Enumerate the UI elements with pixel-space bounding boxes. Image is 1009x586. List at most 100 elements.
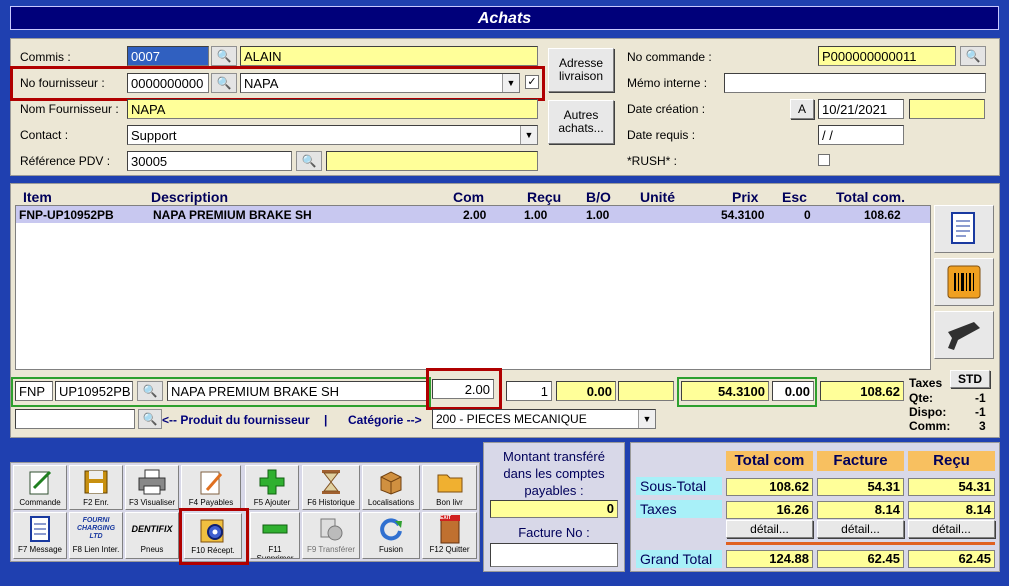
box-icon — [380, 471, 402, 495]
edit-part-field[interactable]: UP10952PB — [55, 381, 133, 401]
edit-prix-field[interactable]: 54.3100 — [681, 381, 769, 401]
f6-historique-button[interactable]: F6 Historique — [302, 465, 360, 510]
edit-part-search-button[interactable]: 🔍 — [137, 381, 163, 401]
a-button[interactable]: A — [790, 99, 814, 119]
fournisseur-search-button[interactable]: 🔍 — [211, 73, 237, 93]
produit-fournisseur-link[interactable]: <-- Produit du fournisseur — [162, 413, 310, 427]
commande-field[interactable]: P000000000011 — [818, 46, 956, 66]
edit-esc-field[interactable]: 0.00 — [772, 381, 814, 401]
dispo-value: -1 — [975, 405, 986, 419]
supplier-product-field[interactable] — [15, 409, 135, 429]
toolbar-label: F12 Quitter — [429, 545, 470, 554]
reference-extra-field[interactable] — [326, 151, 538, 171]
toolbar-label: F10 Récept. — [191, 546, 235, 555]
f11-supprimer-button[interactable]: F11 Supprimer — [250, 512, 300, 559]
barcode-button[interactable] — [934, 258, 994, 306]
toolbar-label: Pneus — [140, 545, 164, 554]
adresse-livraison-button[interactable]: Adresse livraison — [548, 48, 614, 92]
col-header-item[interactable]: Item — [23, 189, 52, 205]
reference-field[interactable]: 30005 — [127, 151, 292, 171]
categorie-select[interactable]: 200 - PIECES MECANIQUE — [432, 409, 656, 429]
commande-button[interactable]: Commande — [13, 465, 67, 510]
toolbar-label: Commande — [19, 498, 61, 507]
f3-visualiser-button[interactable]: F3 Visualiser — [125, 465, 179, 510]
minus-icon — [262, 524, 288, 534]
contact-select[interactable]: Support — [127, 125, 538, 145]
fusion-button[interactable]: Fusion — [362, 512, 420, 559]
magnifier-icon: 🔍 — [216, 76, 232, 90]
grand-total-label: Grand Total — [636, 550, 722, 568]
pen-paper-icon — [29, 470, 52, 495]
dispo-label: Dispo: — [909, 405, 947, 419]
col-header-total[interactable]: Total com. — [836, 189, 905, 205]
grand-total-recu: 62.45 — [908, 550, 995, 568]
f9-transferer-button[interactable]: F9 Transférer — [302, 512, 360, 559]
date-requis-label: Date requis : — [627, 128, 696, 142]
edit-com-field[interactable]: 2.00 — [432, 379, 494, 399]
document-button[interactable] — [934, 205, 994, 253]
date-creation-label: Date création : — [627, 102, 706, 116]
commis-name-field[interactable]: ALAIN — [240, 46, 538, 66]
scanner-button[interactable] — [934, 311, 994, 359]
localisations-button[interactable]: Localisations — [362, 465, 420, 510]
supplier-product-search-button[interactable]: 🔍 — [138, 409, 162, 429]
f2-enregistrer-button[interactable]: F2 Enr. — [69, 465, 123, 510]
std-button[interactable]: STD — [950, 370, 990, 388]
f5-ajouter-button[interactable]: F5 Ajouter — [245, 465, 299, 510]
reference-search-button[interactable]: 🔍 — [296, 151, 322, 171]
col-header-recu[interactable]: Reçu — [527, 189, 561, 205]
commis-code-field[interactable]: 0007 — [127, 46, 209, 66]
magnifier-icon: 🔍 — [142, 384, 158, 398]
row-recu: 1.00 — [524, 208, 548, 222]
gear-icon — [200, 519, 224, 543]
col-header-esc[interactable]: Esc — [782, 189, 807, 205]
col-header-description[interactable]: Description — [151, 189, 228, 205]
edit-bo-field[interactable]: 0.00 — [556, 381, 616, 401]
chevron-down-icon[interactable]: ▼ — [520, 126, 537, 144]
fournisseur-code-field[interactable]: 0000000000 — [127, 73, 209, 93]
toolbar-label: F6 Historique — [307, 498, 355, 507]
col-header-prix[interactable]: Prix — [732, 189, 758, 205]
items-grid[interactable] — [15, 205, 931, 370]
f8-lien-inter-button[interactable]: FOURNI CHARGING LTD F8 Lien Inter. — [69, 512, 123, 559]
autres-achats-button[interactable]: Autres achats... — [548, 100, 614, 144]
edit-unite-field[interactable] — [618, 381, 674, 401]
table-row[interactable]: FNP-UP10952PB NAPA PREMIUM BRAKE SH 2.00… — [16, 206, 930, 223]
bon-livraison-button[interactable]: Bon livr — [422, 465, 477, 510]
f12-quitter-button[interactable]: EXIT F12 Quitter — [422, 512, 477, 559]
col-header-bo[interactable]: B/O — [586, 189, 611, 205]
memo-field[interactable] — [724, 73, 986, 93]
fournisseur-checkbox[interactable]: ✓ — [525, 75, 539, 89]
chevron-down-icon[interactable]: ▼ — [502, 74, 519, 92]
chevron-down-icon[interactable]: ▼ — [638, 410, 655, 428]
row-item: FNP-UP10952PB — [19, 208, 114, 222]
date-requis-field[interactable]: / / — [818, 125, 904, 145]
detail-recu-button[interactable]: détail... — [908, 520, 995, 538]
edit-recu-field[interactable]: 1 — [506, 381, 552, 401]
document-icon — [951, 212, 975, 244]
transfer-amount-field[interactable]: 0 — [490, 500, 618, 518]
exit-sign: EXIT — [440, 515, 452, 521]
edit-total-field[interactable]: 108.62 — [820, 381, 904, 401]
detail-com-button[interactable]: détail... — [726, 520, 813, 538]
magnifier-icon: 🔍 — [142, 412, 158, 426]
commande-search-button[interactable]: 🔍 — [960, 46, 986, 66]
date-creation-extra-field[interactable] — [909, 99, 985, 119]
edit-prefix-field[interactable]: FNP — [15, 381, 53, 401]
detail-facture-button[interactable]: détail... — [817, 520, 904, 538]
commis-search-button[interactable]: 🔍 — [211, 46, 237, 66]
fournisseur-select[interactable]: NAPA — [240, 73, 520, 93]
pneus-button[interactable]: DENTIFIX Pneus — [125, 512, 179, 559]
scanner-icon — [948, 322, 980, 350]
col-header-unite[interactable]: Unité — [640, 189, 675, 205]
rush-checkbox[interactable] — [818, 154, 830, 166]
col-header-com[interactable]: Com — [453, 189, 484, 205]
facture-field[interactable] — [490, 543, 618, 567]
f10-reception-button[interactable]: F10 Récept. — [184, 513, 242, 559]
date-creation-field[interactable]: 10/21/2021 — [818, 99, 904, 119]
edit-description-field[interactable]: NAPA PREMIUM BRAKE SH — [167, 381, 427, 401]
nom-fournisseur-field[interactable]: NAPA — [127, 99, 538, 119]
f7-message-button[interactable]: F7 Message — [13, 512, 67, 559]
commis-label: Commis : — [20, 50, 71, 64]
f4-payables-button[interactable]: F4 Payables — [181, 465, 241, 510]
